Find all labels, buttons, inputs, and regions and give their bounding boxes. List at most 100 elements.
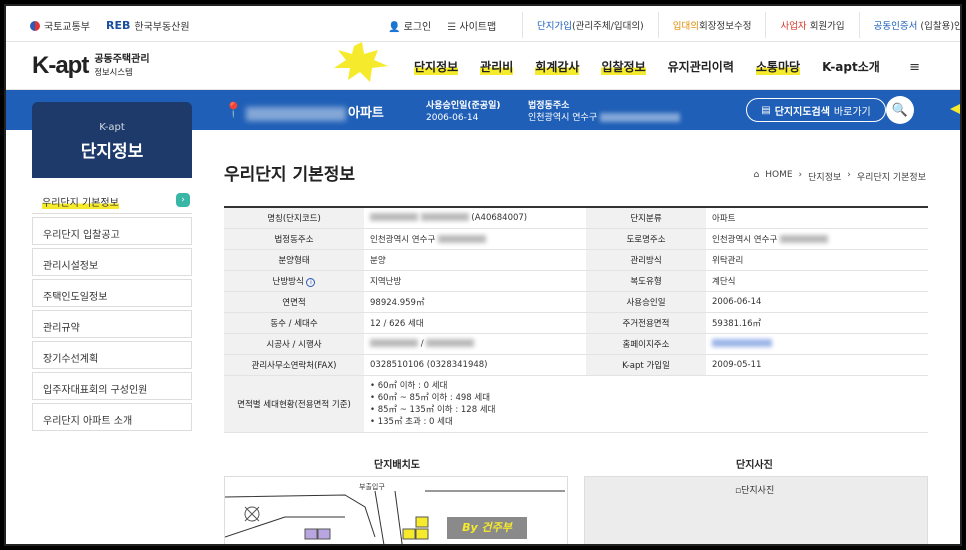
- tab-complex-join[interactable]: 단지가입(관리주체/입대의): [522, 12, 658, 38]
- address-label: 법정동주소: [528, 101, 570, 111]
- tab-complex-join-b: (관리주체/입대의): [571, 21, 644, 32]
- map-search-button[interactable]: ▤ 단지지도검색 바로가기: [746, 98, 886, 122]
- field-label: 동수 / 세대수: [224, 312, 364, 334]
- crumb-complex-info[interactable]: 단지정보: [808, 170, 841, 183]
- tab-chair-edit[interactable]: 입대의회장정보수정: [657, 12, 766, 38]
- sidebar-header-card: K-apt 단지정보: [32, 102, 192, 178]
- list-icon: ☰: [447, 22, 457, 33]
- field-label: 주거전용면적: [586, 312, 706, 334]
- field-value: (A40684007): [364, 207, 586, 229]
- address-info: 법정동주소 인천광역시 연수구: [528, 100, 680, 124]
- crumb-home[interactable]: HOME: [765, 170, 792, 183]
- road-address: 인천광역시 연수구: [712, 234, 778, 245]
- sidebar-item-label: 관리시설정보: [43, 261, 99, 272]
- sidebar-item-handover[interactable]: 주택인도일정보: [32, 279, 192, 307]
- field-label: 단지분류: [586, 207, 706, 229]
- area-unit-list: 60㎡ 이하 : 0 세대 60㎡ ~ 85㎡ 이하 : 498 세대 85㎡ …: [370, 376, 922, 432]
- field-value: 인천광역시 연수구: [706, 228, 928, 250]
- builder-separator: /: [420, 338, 424, 349]
- field-label: 도로명주소: [586, 228, 706, 250]
- table-row: 시공사 / 시행사 / 홈페이지주소: [224, 333, 928, 355]
- field-label: 관리사무소연락처(FAX): [224, 354, 364, 376]
- hamburger-menu-icon[interactable]: ≡: [909, 60, 920, 75]
- sidebar-item-label: 장기수선계획: [43, 354, 99, 365]
- tab-business-join[interactable]: 사업자 회원가입: [765, 12, 858, 38]
- nav-community[interactable]: 소통마당: [755, 58, 801, 75]
- building-block: [402, 528, 416, 540]
- nav-bidding[interactable]: 입찰정보: [601, 58, 646, 75]
- field-value: 59381.16㎡: [706, 312, 928, 334]
- road-line: [225, 494, 376, 538]
- sidebar-item-repair-plan[interactable]: 장기수선계획: [32, 341, 192, 369]
- site-plan-image[interactable]: 부출입구 By 건주부: [224, 476, 568, 544]
- road-line: [374, 490, 403, 544]
- sidebar-item-basic-info[interactable]: 우리단지 기본정보 ›: [32, 186, 192, 214]
- reb-logo[interactable]: REB 한국부동산원: [106, 18, 190, 33]
- tab-certificate-a: 공동인증서: [873, 21, 918, 32]
- table-row: 분양형태 분양 관리방식 위탁관리: [224, 249, 928, 271]
- sidebar-item-council[interactable]: 입주자대표회의 구성인원: [32, 372, 192, 400]
- sidebar-item-label: 관리규약: [43, 323, 80, 334]
- global-nav: 단지정보 관리비 회계감사 입찰정보 유지관리이력 소통마당 K-apt소개: [414, 58, 880, 75]
- crumb-current: 우리단지 기본정보: [856, 173, 926, 183]
- search-button[interactable]: 🔍: [886, 96, 914, 124]
- sidebar-brand: K-apt: [99, 122, 125, 133]
- table-row: 난방방식 i 지역난방 복도유형 계단식: [224, 270, 928, 292]
- user-icon: 👤: [388, 22, 401, 33]
- info-icon[interactable]: i: [306, 277, 316, 287]
- kapt-logo[interactable]: K-apt 공동주택관리 정보시스템: [32, 52, 150, 80]
- field-value: 2009-05-11: [706, 354, 928, 376]
- nav-complex-info[interactable]: 단지정보: [414, 58, 459, 75]
- utility-bar: 국토교통부 REB 한국부동산원 👤 로그인 ☰ 사이트맵 단지가입(관리주체/…: [6, 6, 960, 42]
- building-block: [415, 528, 429, 540]
- sidebar-item-rules[interactable]: 관리규약: [32, 310, 192, 338]
- tab-chair-edit-a: 입대의: [672, 21, 699, 32]
- legal-address: 인천광역시 연수구: [370, 234, 436, 245]
- tab-certificate[interactable]: 공동인증서 (입찰용)안내: [858, 12, 960, 38]
- page-title: 우리단지 기본정보: [224, 165, 356, 185]
- kapt-logo-mark: K-apt: [32, 52, 89, 79]
- highlight-scribble: [334, 42, 388, 82]
- field-label: 면적별 세대현황(전용면적 기준): [224, 375, 364, 433]
- kapt-logo-line1: 공동주택관리: [94, 54, 150, 65]
- field-value: 아파트: [706, 207, 928, 229]
- nav-audit[interactable]: 회계감사: [535, 58, 580, 75]
- table-row: 법정동주소 인천광역시 연수구 도로명주소 인천광역시 연수구: [224, 228, 928, 250]
- sidebar-item-bid-notice[interactable]: 우리단지 입찰공고: [32, 217, 192, 245]
- building-block: [415, 516, 429, 528]
- sidebar-item-introduction[interactable]: 우리단지 아파트 소개: [32, 403, 192, 431]
- field-value: 2006-06-14: [706, 291, 928, 313]
- crumb-separator: ›: [798, 170, 803, 180]
- address-value: 인천광역시 연수구: [528, 113, 598, 123]
- complex-name: 아파트: [246, 102, 384, 121]
- nav-maintenance-fee[interactable]: 관리비: [480, 58, 514, 75]
- kapt-logo-line2: 정보시스템: [94, 67, 133, 77]
- location-pin-icon: 📍: [224, 101, 243, 119]
- list-item: 60㎡ 이하 : 0 세대: [370, 380, 922, 392]
- field-value: 지역난방: [364, 270, 586, 292]
- field-value: [706, 333, 928, 355]
- sidebar-item-facilities[interactable]: 관리시설정보: [32, 248, 192, 276]
- nav-about[interactable]: K-apt소개: [822, 58, 880, 75]
- redacted-text: [437, 235, 486, 243]
- reb-mark: REB: [106, 19, 131, 32]
- nav-maintenance-history[interactable]: 유지관리이력: [668, 58, 734, 75]
- table-row: 연면적 98924.959㎡ 사용승인일 2006-06-14: [224, 291, 928, 313]
- molit-emblem-icon: [30, 20, 40, 31]
- complex-photo-title: 단지사진: [736, 460, 773, 471]
- homepage-link[interactable]: [712, 339, 772, 347]
- tab-chair-edit-b: 회장정보수정: [699, 21, 752, 32]
- tab-business-join-a: 사업자: [780, 21, 807, 32]
- entrance-label: 부출입구: [359, 482, 385, 491]
- login-link[interactable]: 👤 로그인: [388, 18, 431, 33]
- field-label: 법정동주소: [224, 228, 364, 250]
- sitemap-link[interactable]: ☰ 사이트맵: [447, 18, 496, 33]
- browser-page: 국토교통부 REB 한국부동산원 👤 로그인 ☰ 사이트맵 단지가입(관리주체/…: [4, 4, 962, 546]
- redacted-address: [599, 113, 680, 122]
- sidebar-menu: 우리단지 기본정보 › 우리단지 입찰공고 관리시설정보 주택인도일정보 관리규약…: [32, 186, 192, 434]
- redacted-name: [246, 106, 346, 121]
- field-value: 인천광역시 연수구: [364, 228, 586, 250]
- complex-photo[interactable]: ▫단지사진: [584, 476, 928, 544]
- sitemap-label: 사이트맵: [459, 22, 497, 33]
- molit-logo[interactable]: 국토교통부: [30, 18, 90, 33]
